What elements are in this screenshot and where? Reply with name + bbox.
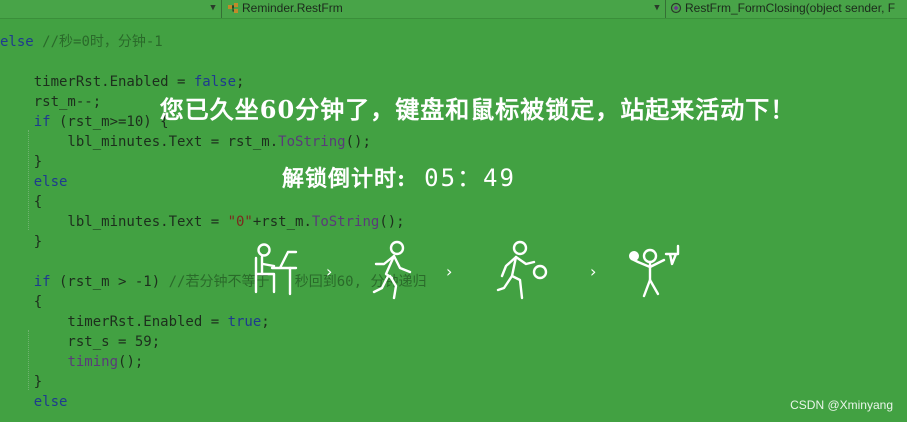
person-playing-football-icon bbox=[496, 240, 548, 300]
next-arrow: › bbox=[590, 262, 597, 281]
person-at-desk-icon bbox=[254, 243, 298, 296]
csdn-watermark: CSDN @Xminyang bbox=[790, 398, 893, 412]
countdown-value: 05：49 bbox=[424, 164, 516, 192]
person-playing-basketball-icon bbox=[629, 244, 680, 298]
countdown-label: 解锁倒计时: bbox=[282, 166, 407, 192]
person-walking-icon bbox=[372, 240, 412, 300]
next-arrow: › bbox=[446, 262, 453, 281]
next-arrow: › bbox=[326, 262, 333, 281]
unlock-countdown: 解锁倒计时: 05：49 bbox=[282, 158, 516, 193]
lock-overlay: 您已久坐60分钟了，键盘和鼠标被锁定，站起来活动下！ 解锁倒计时: 05：49 ›… bbox=[0, 0, 907, 422]
lock-message: 您已久坐60分钟了，键盘和鼠标被锁定，站起来活动下！ bbox=[159, 95, 796, 124]
